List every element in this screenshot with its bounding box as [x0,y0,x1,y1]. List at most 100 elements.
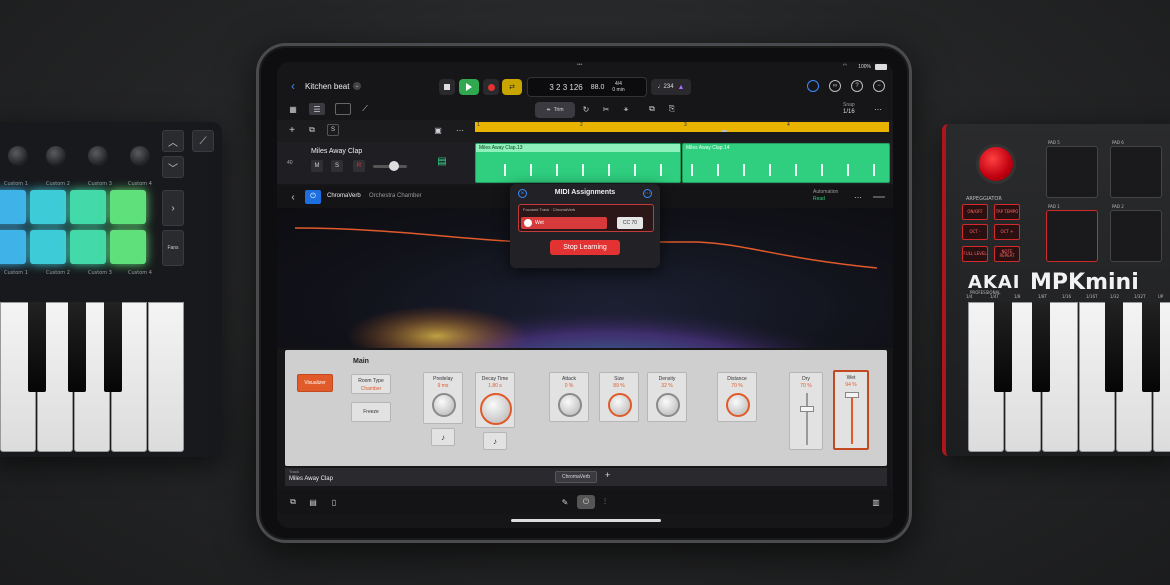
more-options-icon[interactable]: ⋯ [853,192,863,202]
dry-fader-control[interactable]: Dry 70 % [789,372,823,450]
note-repeat-button[interactable]: NOTE REPEAT [994,246,1020,262]
drum-pad-6[interactable] [30,230,66,264]
pencil-icon[interactable]: ✎ [559,496,571,508]
drum-pad-3[interactable] [70,190,106,224]
decay-knob[interactable] [480,393,512,425]
knob-1[interactable] [8,146,28,166]
play-button[interactable] [459,79,479,95]
predelay-control[interactable]: Predelay 9 ms [423,372,463,424]
copy-icon[interactable]: ⧉ [647,104,657,114]
akai-pad-1[interactable] [1046,210,1098,262]
window-icon[interactable] [335,103,351,115]
multitask-dots-icon[interactable]: ••• [577,62,582,68]
snap-value[interactable]: 1/16 [843,109,855,115]
tuner-button[interactable]: ♩234 ▲ [651,79,691,95]
loop-browser-icon[interactable]: ∞ [829,80,841,92]
next-button[interactable]: › [162,190,184,226]
paste-icon[interactable]: ⎘ [667,104,677,114]
akai-pad-2[interactable] [1110,210,1162,262]
automation-icon[interactable]: ⟋ [359,104,371,114]
browser-icon[interactable]: ⧉ [287,497,299,507]
full-level-button[interactable]: FULL LEVEL [962,246,988,262]
black-key[interactable] [1142,302,1160,392]
drum-pad-8[interactable] [110,230,146,264]
tap-tempo-button[interactable]: TAP TEMPO [994,204,1020,220]
black-key[interactable] [68,302,86,392]
black-key[interactable] [1105,302,1123,392]
black-key[interactable] [28,302,46,392]
back-icon[interactable]: ‹ [289,192,297,203]
lcd-display[interactable]: 3 2 3 126 88.0 4/4 0 min [527,77,647,97]
home-indicator[interactable] [511,519,661,522]
tracks-view-icon[interactable]: ☰ [309,103,325,115]
visualizer-button[interactable]: Visualizer [297,374,333,392]
grid-view-icon[interactable]: ▦ [287,104,299,114]
back-icon[interactable]: ‹ [287,79,299,93]
black-key[interactable] [104,302,122,392]
black-key[interactable] [994,302,1012,392]
solo-button[interactable]: S [331,160,343,172]
predelay-knob[interactable] [432,393,456,417]
decay-sync-icon[interactable]: ♪ [483,432,507,450]
automation-value[interactable]: Read [813,196,825,202]
cc-field[interactable]: CC 70 [617,217,643,229]
akai-pad-6[interactable] [1110,146,1162,198]
drum-pad-7[interactable] [70,230,106,264]
drum-pad-1[interactable] [0,190,26,224]
drum-pad-4[interactable] [110,190,146,224]
cycle-button[interactable]: ⇄ [502,79,522,95]
dry-fader-thumb[interactable] [800,405,814,412]
drum-pad-5[interactable] [0,230,26,264]
dry-fader-track[interactable] [806,393,808,445]
add-plugin-button[interactable]: + [605,470,610,480]
down-arrow-button[interactable]: ﹀ [162,156,184,178]
density-control[interactable]: Density 32 % [647,372,687,422]
knob-2[interactable] [46,146,66,166]
mixer-icon[interactable]: ⫶ [599,496,611,508]
project-title[interactable]: Kitchen beat [305,82,349,91]
wet-fader-control[interactable]: Wet 94 % [833,370,869,450]
audio-region[interactable]: Miles Away Clap.14 [682,143,890,183]
split-icon[interactable]: ⚹ [621,104,631,114]
oct-up-button[interactable]: OCT + [994,224,1020,240]
collapse-handle[interactable] [873,196,885,198]
editor-icon[interactable]: ▯ [329,497,339,507]
density-knob[interactable] [656,393,680,417]
more-icon[interactable]: ⋯ [455,125,465,135]
status-circle-icon[interactable] [807,80,819,92]
attack-control[interactable]: Attack 0 % [549,372,589,422]
knob-3[interactable] [88,146,108,166]
trim-tool-button[interactable]: ⇹ Trim [535,102,575,118]
more-icon[interactable]: − [873,80,885,92]
parameter-field[interactable]: Wet [521,217,607,229]
size-control[interactable]: Size 89 % [599,372,639,422]
help-icon[interactable]: ? [851,80,863,92]
scissors-icon[interactable]: ✂ [601,104,611,114]
on-off-button[interactable]: ON/OFF [962,204,988,220]
plugin-preset[interactable]: Orchestra Chamber [369,193,422,199]
plugin-tab[interactable]: ChromaVerb [555,471,598,483]
plugins-icon[interactable]: ⏻ [577,495,595,509]
mute-button[interactable]: M [311,160,323,172]
loop-tool-icon[interactable]: ↻ [581,104,591,114]
midi-assignment-row[interactable]: Focused Track · ChromaVerb Wet CC 70 [518,204,654,232]
drum-pad-2[interactable] [30,190,66,224]
audio-region[interactable]: Miles Away Clap.13 [475,143,681,183]
library-icon[interactable]: ▣ [433,125,443,135]
solo-header-icon[interactable]: S [327,124,339,136]
decay-time-control[interactable]: Decay Time 1.80 s [475,372,515,428]
stop-learning-button[interactable]: Stop Learning [550,240,620,255]
attack-knob[interactable] [558,393,582,417]
knob-4[interactable] [130,146,150,166]
power-icon[interactable]: ⏻ [305,190,321,204]
stop-button[interactable] [439,79,455,95]
add-track-icon[interactable]: + [287,125,297,136]
akai-pad-5[interactable] [1046,146,1098,198]
fans-button[interactable]: Fans [162,230,184,266]
oct-down-button[interactable]: OCT - [962,224,988,240]
duplicate-track-icon[interactable]: ⧉ [307,125,317,135]
freeze-button[interactable]: Freeze [351,402,391,422]
white-key[interactable] [148,302,184,452]
predelay-sync-icon[interactable]: ♪ [431,428,455,446]
chevron-down-icon[interactable]: ⌄ [353,82,361,90]
